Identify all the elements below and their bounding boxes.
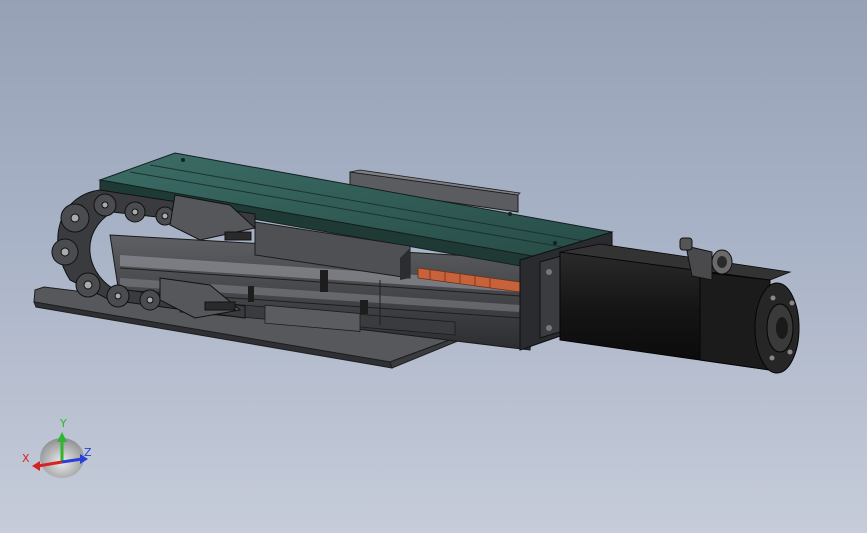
y-axis-arrow <box>57 432 67 442</box>
x-axis-arrow <box>32 461 40 471</box>
graphics-viewport[interactable]: Y X Z <box>0 0 867 533</box>
z-axis-label: Z <box>84 446 92 459</box>
cad-model[interactable]: Y X Z <box>0 0 867 533</box>
x-axis-label: X <box>22 452 30 465</box>
reference-triad: Y X Z <box>22 417 92 478</box>
y-axis-label: Y <box>59 417 67 430</box>
servo-motor <box>559 243 800 374</box>
